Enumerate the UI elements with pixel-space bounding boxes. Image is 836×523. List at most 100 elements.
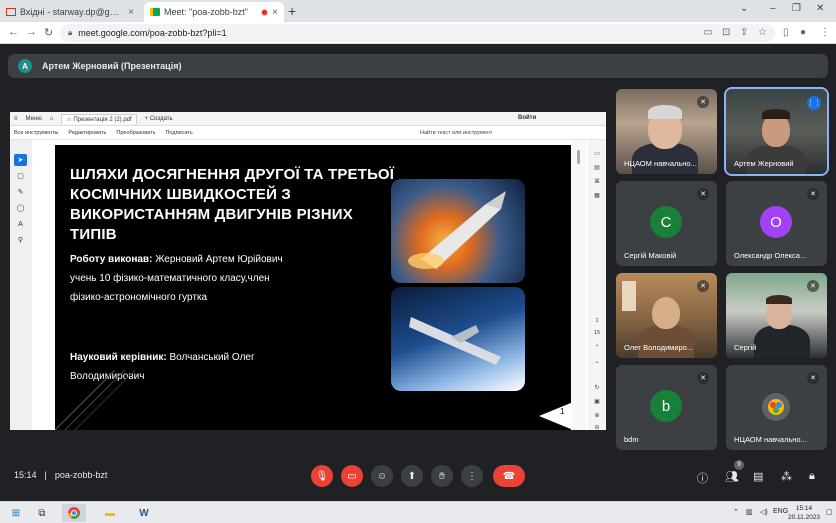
windows-start-icon[interactable]: ⊞: [4, 504, 28, 522]
recording-icon: [261, 8, 269, 16]
sign-in-button[interactable]: Войти: [518, 115, 536, 121]
participant-tile[interactable]: ✕ НЦАОМ навчально...: [616, 89, 717, 174]
participant-name: Артем Жерновий: [734, 159, 794, 168]
activities-icon[interactable]: ⁂: [781, 470, 792, 483]
camera-icon[interactable]: ▭: [703, 27, 712, 38]
back-icon[interactable]: ←: [8, 26, 19, 38]
participant-tile[interactable]: ⋮⋮ Артем Жерновий: [724, 87, 829, 176]
reload-icon[interactable]: ↻: [44, 26, 53, 39]
zoom-in-icon[interactable]: ⊕: [592, 412, 602, 419]
tab-meet[interactable]: Meet: "poa-zobb-bzt" ×: [144, 2, 284, 22]
chrome-taskbar-icon[interactable]: [62, 504, 86, 522]
notifications-icon[interactable]: ▢: [826, 508, 833, 516]
more-options-button[interactable]: ⋮: [461, 465, 483, 487]
document-tab[interactable]: ☆ Презентація 2 (2).pdf: [61, 113, 137, 124]
acrobat-menu-label[interactable]: Меню: [26, 116, 42, 122]
chat-icon[interactable]: ▤: [753, 470, 763, 483]
meeting-info: 15:14 | poa-zobb-bzt: [14, 470, 107, 480]
translate-icon[interactable]: ⊡: [722, 27, 730, 38]
task-view-icon[interactable]: ⧉: [30, 504, 54, 522]
shape-tool-icon[interactable]: ◯: [14, 202, 27, 214]
menu-icon[interactable]: ≡: [14, 116, 18, 122]
address-bar[interactable]: 🔒︎ meet.google.com/poa-zobb-bzt?pli=1: [60, 24, 775, 42]
grid-icon[interactable]: ▦: [592, 192, 602, 199]
participant-name: НЦАОМ навчально...: [624, 159, 697, 168]
meet-icon: [150, 8, 160, 16]
tool-search[interactable]: Найти текст или инструмент: [420, 130, 492, 136]
comment-panel-icon[interactable]: ▭: [592, 150, 602, 157]
mic-off-icon: ✕: [807, 372, 819, 384]
raise-hand-button[interactable]: ✋︎: [431, 465, 453, 487]
page-down-icon[interactable]: ⌄: [592, 358, 602, 365]
create-button[interactable]: + Создать: [145, 116, 173, 122]
participant-tile[interactable]: С ✕ Сергій Маковій: [616, 181, 717, 266]
text-tool-icon[interactable]: A: [14, 218, 27, 230]
menu-all-tools[interactable]: Все инструменты: [14, 130, 58, 136]
mic-off-icon: ✕: [697, 96, 709, 108]
tray-expand-icon[interactable]: ⌃: [733, 508, 739, 516]
document-tab-title: Презентація 2 (2).pdf: [73, 116, 132, 123]
participant-name: Сергій: [734, 343, 757, 352]
new-tab-button[interactable]: +: [288, 3, 296, 19]
mic-toggle-button[interactable]: 🎙︎: [311, 465, 333, 487]
mic-off-icon: ✕: [697, 372, 709, 384]
share-icon[interactable]: ⇪: [740, 27, 748, 38]
page-up-icon[interactable]: ⌃: [592, 344, 602, 351]
rotate-icon[interactable]: ↻: [592, 384, 602, 391]
meeting-time: 15:14: [14, 470, 37, 480]
pen-tool-icon[interactable]: ✎: [14, 186, 27, 198]
current-page[interactable]: 1: [591, 318, 603, 324]
close-tab-icon[interactable]: ×: [272, 7, 278, 18]
emoji-button[interactable]: ☺: [371, 465, 393, 487]
home-icon[interactable]: ⌂: [50, 116, 54, 122]
maximize-button[interactable]: ❐: [792, 3, 801, 14]
chevron-down-icon[interactable]: ⌄: [740, 3, 748, 14]
gmail-icon: [6, 8, 16, 16]
tab-gmail[interactable]: Вхідні - starway.dp@gmail.com ×: [0, 2, 140, 22]
fit-page-icon[interactable]: ▣: [592, 398, 602, 405]
forward-icon[interactable]: →: [26, 26, 37, 38]
comment-tool-icon[interactable]: ▢: [14, 170, 27, 182]
volume-icon[interactable]: ◁): [760, 508, 768, 516]
close-window-button[interactable]: ✕: [816, 3, 824, 14]
participant-tile[interactable]: ✕ Олег Володимиро...: [616, 273, 717, 358]
file-explorer-icon[interactable]: ▬: [98, 504, 122, 522]
people-icon[interactable]: 👥︎: [725, 470, 739, 483]
total-pages: 15: [593, 330, 601, 336]
slide-title: ШЛЯХИ ДОСЯГНЕННЯ ДРУГОЇ ТА ТРЕТЬОЇ КОСМІ…: [70, 166, 395, 243]
zoom-out-icon[interactable]: ⊖: [592, 424, 602, 431]
mic-off-icon: ✕: [697, 188, 709, 200]
present-button[interactable]: ⬆: [401, 465, 423, 487]
menu-dots-icon[interactable]: ⋮: [820, 27, 830, 38]
host-controls-icon[interactable]: 🔒︎: [809, 470, 815, 483]
menu-sign[interactable]: Подписать: [165, 130, 192, 136]
bookmark-star-icon[interactable]: ☆: [758, 27, 767, 38]
scrollbar[interactable]: [572, 140, 586, 430]
scroll-thumb[interactable]: [577, 150, 580, 164]
sidepanel-icon[interactable]: ▯: [783, 27, 789, 38]
network-icon[interactable]: ▥: [746, 508, 753, 516]
camera-toggle-button[interactable]: ▭: [341, 465, 363, 487]
word-icon[interactable]: W: [132, 504, 156, 522]
thumbnail-icon[interactable]: ▤: [592, 164, 602, 171]
bookmark-icon[interactable]: ⌘: [592, 178, 602, 185]
menu-convert[interactable]: Преобразовать: [116, 130, 155, 136]
close-tab-icon[interactable]: ×: [128, 7, 134, 18]
leave-call-button[interactable]: ☎︎: [493, 465, 525, 487]
participant-tile[interactable]: ✕ Сергій: [726, 273, 827, 358]
participant-tile[interactable]: О ✕ Олександр Олекса...: [726, 181, 827, 266]
participant-tile[interactable]: b ✕ bdm: [616, 365, 717, 450]
minimize-button[interactable]: –: [770, 3, 776, 14]
participant-tile[interactable]: ✕ НЦАОМ навчально...: [726, 365, 827, 450]
profile-icon[interactable]: ●: [800, 27, 806, 38]
language-indicator[interactable]: ENG: [773, 508, 788, 515]
select-tool-icon[interactable]: ➤: [14, 154, 27, 166]
participant-name: Олександр Олекса...: [734, 251, 807, 260]
system-clock[interactable]: 15:14 20.11.2023: [788, 504, 820, 522]
info-icon[interactable]: ⓘ: [697, 470, 708, 486]
participant-avatar: О: [760, 206, 792, 238]
stamp-tool-icon[interactable]: ⚲: [14, 234, 27, 246]
menu-edit[interactable]: Редактировать: [68, 130, 106, 136]
acrobat-menubar: Все инструменты Редактировать Преобразов…: [10, 126, 606, 140]
tab-label: Вхідні - starway.dp@gmail.com: [20, 7, 125, 17]
